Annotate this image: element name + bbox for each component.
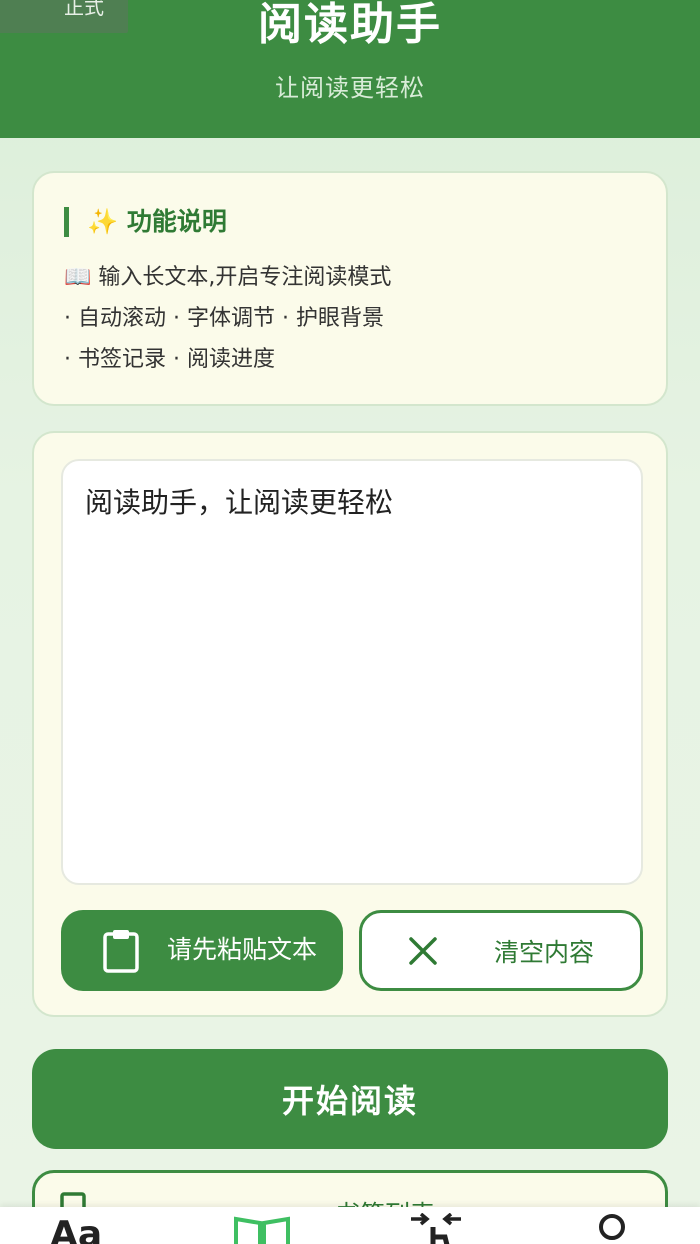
start-reading-button[interactable]: 开始阅读 — [32, 1049, 668, 1149]
clear-button-label: 清空内容 — [494, 939, 595, 967]
text-input[interactable]: 阅读助手，让阅读更轻松 — [61, 459, 643, 885]
bottom-tab-bar: Aa — [0, 1207, 700, 1244]
app-header: 正式 阅读助手 让阅读更轻松 — [0, 0, 700, 138]
book-icon[interactable] — [232, 1213, 312, 1244]
scroll-icon[interactable] — [405, 1212, 485, 1244]
info-line: 📖 输入长文本,开启专注阅读模式 — [64, 265, 392, 290]
paste-button[interactable]: 请先粘贴文本 — [61, 910, 343, 991]
paste-button-label: 请先粘贴文本 — [167, 936, 318, 964]
info-title: ✨ 功能说明 — [64, 207, 227, 237]
info-line: · 自动滚动 · 字体调节 · 护眼背景 — [64, 306, 384, 331]
feature-info-card: ✨ 功能说明 📖 输入长文本,开启专注阅读模式 · 自动滚动 · 字体调节 · … — [32, 171, 668, 406]
close-icon — [407, 935, 439, 974]
editor-card: 阅读助手，让阅读更轻松 请先粘贴文本 清空内容 — [32, 431, 668, 1017]
font-size-icon[interactable]: Aa — [50, 1215, 130, 1244]
app-title: 阅读助手 — [258, 0, 442, 50]
profile-icon[interactable] — [592, 1213, 672, 1244]
clipboard-icon — [101, 928, 141, 981]
info-line: · 书签记录 · 阅读进度 — [64, 347, 275, 372]
clear-button[interactable]: 清空内容 — [359, 910, 643, 991]
app-subtitle: 让阅读更轻松 — [275, 74, 425, 102]
